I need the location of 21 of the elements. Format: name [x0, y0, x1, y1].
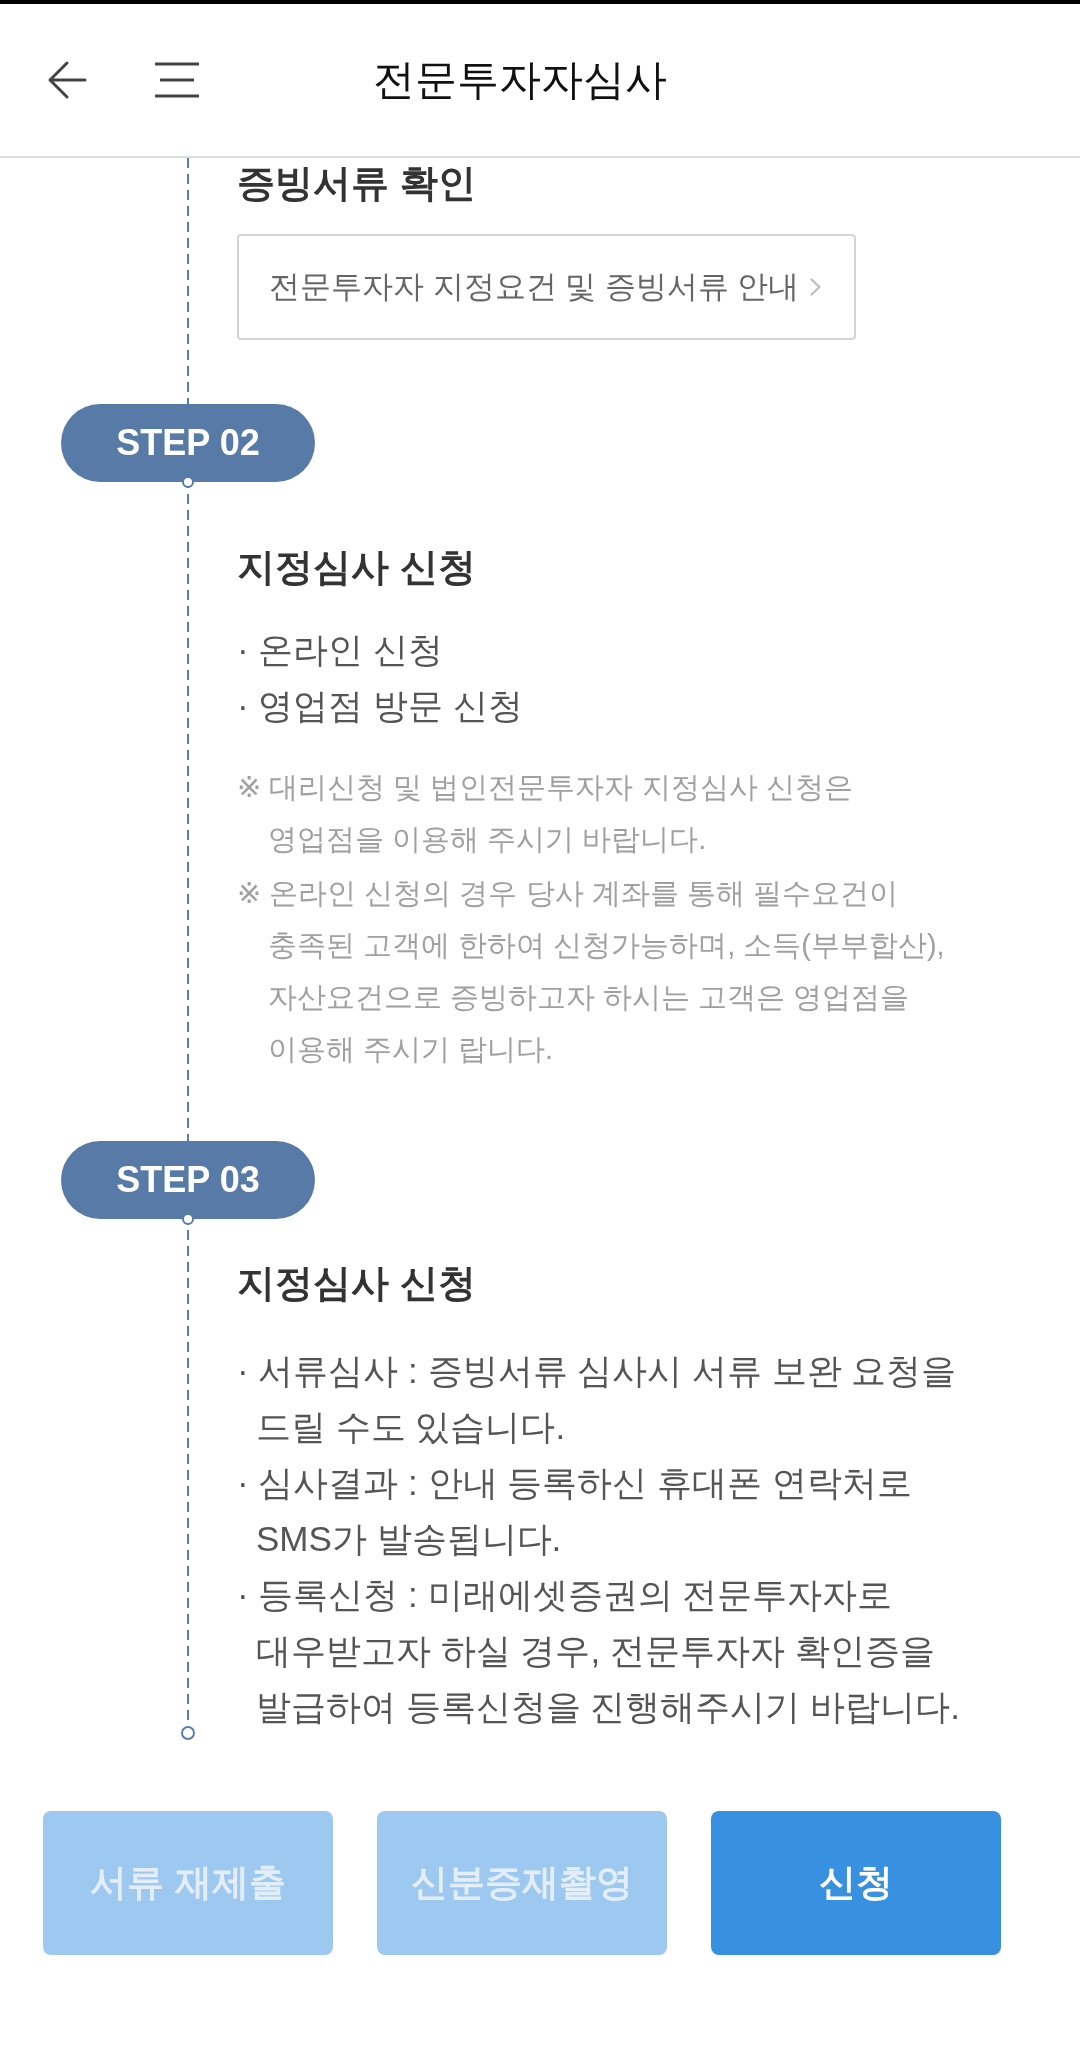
section-heading: 지정심사 신청	[237, 545, 476, 590]
section-heading: 지정심사 신청	[237, 1261, 476, 1306]
back-icon	[47, 60, 87, 100]
guide-link-button[interactable]: 전문투자자 지정요건 및 증빙서류 안내	[237, 234, 856, 340]
bullet-item: · 영업점 방문 신청	[237, 685, 524, 727]
note-text: ※ 온라인 신청의 경우 당사 계좌를 통해 필수요건이 충족된 고객에 한하여 신청가능하며, 소득(부부합산), 자산요건으로 증빙하고자 하시는 고객은 영업점을 이용해 주시기 랍니다.	[237, 876, 946, 1067]
back-button[interactable]	[47, 60, 87, 100]
note-text: ※ 대리신청 및 법인전문투자자 지정심사 신청은 영업점을 이용해 주시기 바랍니다.	[237, 770, 854, 857]
step-badge: STEP 02	[61, 404, 315, 482]
menu-icon	[155, 62, 199, 98]
menu-button[interactable]	[155, 62, 199, 98]
section-heading: 증빙서류 확인	[237, 161, 476, 206]
timeline-node-icon	[181, 1726, 195, 1740]
chevron-right-icon	[810, 278, 822, 296]
bullet-item: · 등록신청 : 미래에셋증권의 전문투자자로 대우받고자 하실 경우, 전문투자자 확인증을 발급하여 등록신청을 진행해주시기 바랍니다.	[237, 1574, 961, 1728]
page-title: 전문투자자심사	[373, 54, 667, 105]
step-badge: STEP 03	[61, 1141, 315, 1219]
bullet-item: · 심사결과 : 안내 등록하신 휴대폰 연락처로 SMS가 발송됩니다.	[237, 1462, 913, 1560]
bullet-item: · 온라인 신청	[237, 629, 445, 671]
action-button[interactable]: 신청	[711, 1811, 1001, 1955]
bullet-item: · 서류심사 : 증빙서류 심사시 서류 보완 요청을 드릴 수도 있습니다.	[237, 1350, 958, 1448]
